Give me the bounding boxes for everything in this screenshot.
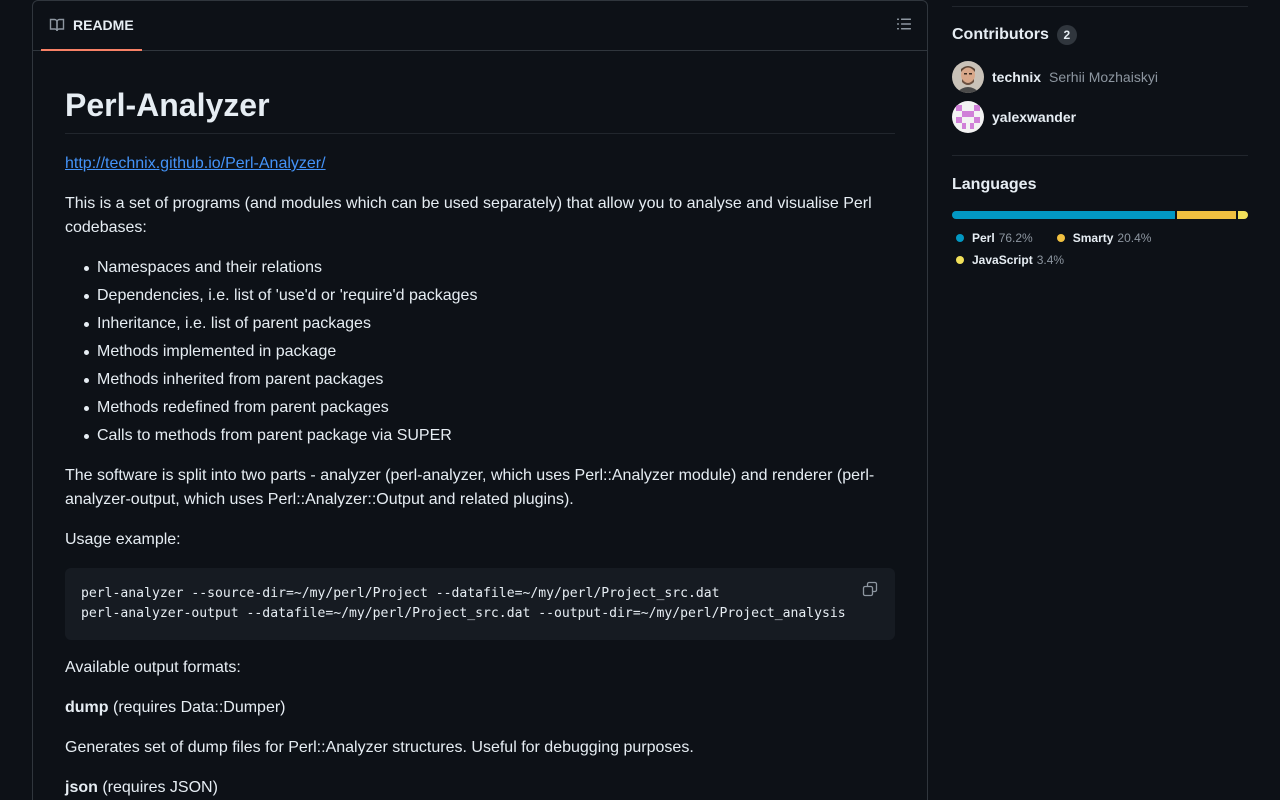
- readme-title: Perl-Analyzer: [65, 85, 895, 134]
- languages-title: Languages: [952, 176, 1037, 193]
- sidebar-divider: [952, 6, 1248, 7]
- language-bar-segment: [1176, 211, 1237, 219]
- list-item: Inheritance, i.e. list of parent package…: [65, 312, 895, 336]
- json-format: json (requires JSON): [65, 776, 895, 800]
- dump-format-req: (requires Data::Dumper): [108, 699, 286, 716]
- project-link[interactable]: http://technix.github.io/Perl-Analyzer/: [65, 155, 326, 172]
- readme-tab[interactable]: README: [41, 1, 142, 51]
- code-block: perl-analyzer --source-dir=~/my/perl/Pro…: [65, 568, 895, 640]
- language-bar: [952, 211, 1248, 219]
- list-item: Methods redefined from parent packages: [65, 396, 895, 420]
- list-item: Dependencies, i.e. list of 'use'd or 're…: [65, 284, 895, 308]
- contributors-section: Contributors 2 technix Serhii Mozhaiskyi: [952, 23, 1248, 133]
- language-name: Perl: [972, 231, 995, 245]
- contributor-fullname: Serhii Mozhaiskyi: [1049, 69, 1158, 85]
- language-name: Smarty: [1072, 231, 1114, 245]
- json-format-req: (requires JSON): [97, 779, 218, 796]
- languages-section: Languages Perl 76.2% Smarty 20.4% JavaSc…: [952, 173, 1248, 271]
- language-percent: 3.4%: [1036, 253, 1065, 267]
- avatar[interactable]: [952, 101, 984, 133]
- language-list: Perl 76.2% Smarty 20.4% JavaScript 3.4%: [952, 227, 1248, 271]
- list-item: Namespaces and their relations: [65, 256, 895, 280]
- languages-heading: Languages: [952, 173, 1248, 197]
- language-name: JavaScript: [972, 253, 1033, 267]
- code-line: perl-analyzer-output --datafile=~/my/per…: [81, 606, 846, 621]
- list-item: Methods implemented in package: [65, 340, 895, 364]
- contributor-login: technix: [992, 69, 1042, 85]
- language-dot: [1056, 234, 1065, 242]
- readme-tab-label: README: [73, 17, 134, 33]
- usage-label: Usage example:: [65, 531, 181, 548]
- book-icon: [49, 17, 65, 33]
- feature-list: Namespaces and their relations Dependenc…: [65, 256, 895, 448]
- outline-button[interactable]: [891, 13, 917, 39]
- split-paragraph: The software is split into two parts - a…: [65, 467, 875, 508]
- copy-icon: [862, 581, 878, 602]
- contributors-title: Contributors: [952, 26, 1049, 43]
- avatar[interactable]: [952, 61, 984, 93]
- formats-label: Available output formats:: [65, 659, 241, 676]
- list-item: Calls to methods from parent package via…: [65, 424, 895, 448]
- readme-panel: README Perl-Analyzer http://technix.gith…: [32, 0, 928, 800]
- language-percent: 20.4%: [1117, 231, 1152, 245]
- dump-format-name: dump: [65, 699, 109, 716]
- list-unordered-icon: [896, 16, 912, 37]
- intro-paragraph: This is a set of programs (and modules w…: [65, 195, 872, 236]
- language-item-javascript[interactable]: JavaScript 3.4%: [952, 249, 1064, 271]
- readme-header: README: [33, 1, 927, 51]
- dump-format: dump (requires Data::Dumper): [65, 696, 895, 720]
- language-item-perl[interactable]: Perl 76.2%: [952, 227, 1033, 249]
- language-item-smarty[interactable]: Smarty 20.4%: [1053, 227, 1152, 249]
- contributors-heading[interactable]: Contributors 2: [952, 23, 1248, 47]
- contributor-yalexwander[interactable]: yalexwander: [952, 101, 1248, 133]
- language-bar-segment: [952, 211, 1175, 219]
- copy-button[interactable]: [859, 580, 881, 602]
- contributor-login: yalexwander: [992, 109, 1077, 125]
- sidebar-divider: [952, 155, 1248, 156]
- language-dot: [956, 256, 964, 264]
- list-item: Methods inherited from parent packages: [65, 368, 895, 392]
- contributor-technix[interactable]: technix Serhii Mozhaiskyi: [952, 61, 1248, 93]
- dump-description: Generates set of dump files for Perl::An…: [65, 739, 694, 756]
- repo-sidebar: Contributors 2 technix Serhii Mozhaiskyi: [952, 0, 1248, 271]
- readme-body: Perl-Analyzer http://technix.github.io/P…: [33, 51, 927, 800]
- json-format-name: json: [65, 779, 98, 796]
- language-bar-segment: [1238, 211, 1248, 219]
- code-line: perl-analyzer --source-dir=~/my/perl/Pro…: [81, 586, 720, 601]
- language-dot: [956, 234, 964, 242]
- contributors-count-badge: 2: [1056, 25, 1077, 45]
- language-percent: 76.2%: [998, 231, 1033, 245]
